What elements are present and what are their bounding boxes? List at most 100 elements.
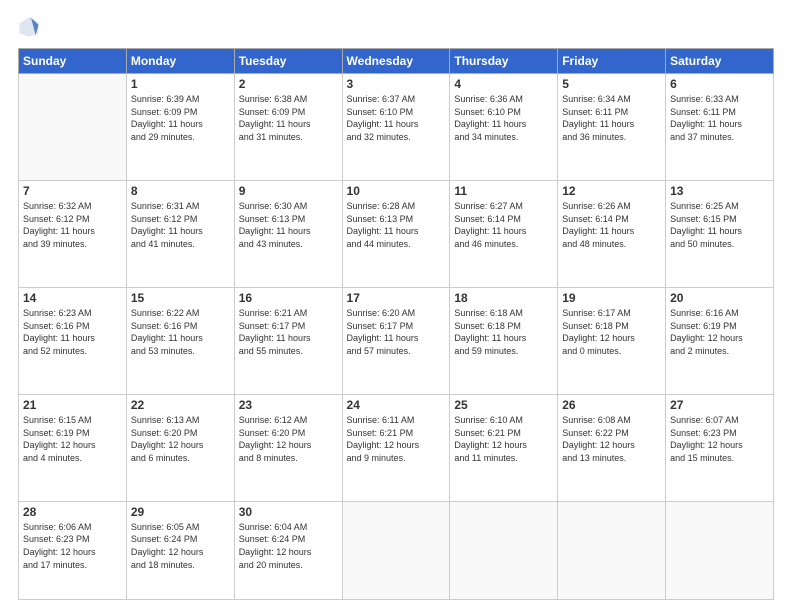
calendar-cell	[450, 501, 558, 599]
day-info: Sunrise: 6:18 AM Sunset: 6:18 PM Dayligh…	[454, 307, 553, 357]
calendar-cell: 25 Sunrise: 6:10 AM Sunset: 6:21 PM Dayli…	[450, 394, 558, 501]
day-info: Sunrise: 6:16 AM Sunset: 6:19 PM Dayligh…	[670, 307, 769, 357]
logo-icon	[18, 16, 40, 38]
day-number: 16	[239, 291, 338, 305]
day-info: Sunrise: 6:36 AM Sunset: 6:10 PM Dayligh…	[454, 93, 553, 143]
day-info: Sunrise: 6:11 AM Sunset: 6:21 PM Dayligh…	[347, 414, 446, 464]
calendar-header-row: SundayMondayTuesdayWednesdayThursdayFrid…	[19, 49, 774, 74]
calendar-cell	[342, 501, 450, 599]
day-info: Sunrise: 6:21 AM Sunset: 6:17 PM Dayligh…	[239, 307, 338, 357]
day-number: 7	[23, 184, 122, 198]
day-number: 24	[347, 398, 446, 412]
day-info: Sunrise: 6:33 AM Sunset: 6:11 PM Dayligh…	[670, 93, 769, 143]
calendar-week-row: 21 Sunrise: 6:15 AM Sunset: 6:19 PM Dayli…	[19, 394, 774, 501]
day-info: Sunrise: 6:20 AM Sunset: 6:17 PM Dayligh…	[347, 307, 446, 357]
calendar-header-saturday: Saturday	[666, 49, 774, 74]
calendar-table: SundayMondayTuesdayWednesdayThursdayFrid…	[18, 48, 774, 600]
day-info: Sunrise: 6:23 AM Sunset: 6:16 PM Dayligh…	[23, 307, 122, 357]
day-info: Sunrise: 6:39 AM Sunset: 6:09 PM Dayligh…	[131, 93, 230, 143]
day-number: 22	[131, 398, 230, 412]
day-number: 19	[562, 291, 661, 305]
day-number: 10	[347, 184, 446, 198]
logo	[18, 18, 44, 38]
calendar-cell	[558, 501, 666, 599]
calendar-header-friday: Friday	[558, 49, 666, 74]
day-number: 9	[239, 184, 338, 198]
day-number: 21	[23, 398, 122, 412]
calendar-cell: 11Sunrise: 6:27 AM Sunset: 6:14 PM Dayli…	[450, 180, 558, 287]
day-number: 25	[454, 398, 553, 412]
day-number: 28	[23, 505, 122, 519]
day-info: Sunrise: 6:13 AM Sunset: 6:20 PM Dayligh…	[131, 414, 230, 464]
calendar-cell: 26 Sunrise: 6:08 AM Sunset: 6:22 PM Dayli…	[558, 394, 666, 501]
day-info: Sunrise: 6:34 AM Sunset: 6:11 PM Dayligh…	[562, 93, 661, 143]
day-number: 8	[131, 184, 230, 198]
calendar-cell: 12Sunrise: 6:26 AM Sunset: 6:14 PM Dayli…	[558, 180, 666, 287]
calendar-week-row: 28 Sunrise: 6:06 AM Sunset: 6:23 PM Dayli…	[19, 501, 774, 599]
calendar-cell: 1 Sunrise: 6:39 AM Sunset: 6:09 PM Daylig…	[126, 74, 234, 181]
day-info: Sunrise: 6:31 AM Sunset: 6:12 PM Dayligh…	[131, 200, 230, 250]
day-number: 26	[562, 398, 661, 412]
calendar-cell: 28 Sunrise: 6:06 AM Sunset: 6:23 PM Dayli…	[19, 501, 127, 599]
calendar-header-thursday: Thursday	[450, 49, 558, 74]
day-info: Sunrise: 6:07 AM Sunset: 6:23 PM Dayligh…	[670, 414, 769, 464]
calendar-week-row: 1 Sunrise: 6:39 AM Sunset: 6:09 PM Daylig…	[19, 74, 774, 181]
day-info: Sunrise: 6:30 AM Sunset: 6:13 PM Dayligh…	[239, 200, 338, 250]
day-info: Sunrise: 6:12 AM Sunset: 6:20 PM Dayligh…	[239, 414, 338, 464]
calendar-cell: 20 Sunrise: 6:16 AM Sunset: 6:19 PM Dayli…	[666, 287, 774, 394]
page: SundayMondayTuesdayWednesdayThursdayFrid…	[0, 0, 792, 612]
day-info: Sunrise: 6:25 AM Sunset: 6:15 PM Dayligh…	[670, 200, 769, 250]
day-number: 27	[670, 398, 769, 412]
day-info: Sunrise: 6:04 AM Sunset: 6:24 PM Dayligh…	[239, 521, 338, 571]
calendar-cell: 18 Sunrise: 6:18 AM Sunset: 6:18 PM Dayli…	[450, 287, 558, 394]
day-number: 13	[670, 184, 769, 198]
calendar-cell: 5 Sunrise: 6:34 AM Sunset: 6:11 PM Daylig…	[558, 74, 666, 181]
day-number: 4	[454, 77, 553, 91]
day-number: 20	[670, 291, 769, 305]
day-info: Sunrise: 6:38 AM Sunset: 6:09 PM Dayligh…	[239, 93, 338, 143]
day-info: Sunrise: 6:22 AM Sunset: 6:16 PM Dayligh…	[131, 307, 230, 357]
day-info: Sunrise: 6:37 AM Sunset: 6:10 PM Dayligh…	[347, 93, 446, 143]
day-info: Sunrise: 6:26 AM Sunset: 6:14 PM Dayligh…	[562, 200, 661, 250]
day-info: Sunrise: 6:10 AM Sunset: 6:21 PM Dayligh…	[454, 414, 553, 464]
calendar-cell: 15 Sunrise: 6:22 AM Sunset: 6:16 PM Dayli…	[126, 287, 234, 394]
calendar-cell: 13 Sunrise: 6:25 AM Sunset: 6:15 PM Dayli…	[666, 180, 774, 287]
calendar-cell: 2 Sunrise: 6:38 AM Sunset: 6:09 PM Daylig…	[234, 74, 342, 181]
calendar-cell: 21 Sunrise: 6:15 AM Sunset: 6:19 PM Dayli…	[19, 394, 127, 501]
day-info: Sunrise: 6:05 AM Sunset: 6:24 PM Dayligh…	[131, 521, 230, 571]
calendar-cell: 7 Sunrise: 6:32 AM Sunset: 6:12 PM Daylig…	[19, 180, 127, 287]
day-number: 29	[131, 505, 230, 519]
day-number: 5	[562, 77, 661, 91]
day-info: Sunrise: 6:32 AM Sunset: 6:12 PM Dayligh…	[23, 200, 122, 250]
calendar-header-monday: Monday	[126, 49, 234, 74]
calendar-week-row: 7 Sunrise: 6:32 AM Sunset: 6:12 PM Daylig…	[19, 180, 774, 287]
day-info: Sunrise: 6:15 AM Sunset: 6:19 PM Dayligh…	[23, 414, 122, 464]
calendar-header-tuesday: Tuesday	[234, 49, 342, 74]
day-number: 17	[347, 291, 446, 305]
day-info: Sunrise: 6:08 AM Sunset: 6:22 PM Dayligh…	[562, 414, 661, 464]
day-number: 14	[23, 291, 122, 305]
calendar-cell: 14 Sunrise: 6:23 AM Sunset: 6:16 PM Dayli…	[19, 287, 127, 394]
day-number: 2	[239, 77, 338, 91]
calendar-cell: 24 Sunrise: 6:11 AM Sunset: 6:21 PM Dayli…	[342, 394, 450, 501]
calendar-cell: 19 Sunrise: 6:17 AM Sunset: 6:18 PM Dayli…	[558, 287, 666, 394]
day-info: Sunrise: 6:06 AM Sunset: 6:23 PM Dayligh…	[23, 521, 122, 571]
day-number: 18	[454, 291, 553, 305]
day-number: 30	[239, 505, 338, 519]
calendar-header-sunday: Sunday	[19, 49, 127, 74]
day-info: Sunrise: 6:17 AM Sunset: 6:18 PM Dayligh…	[562, 307, 661, 357]
day-number: 3	[347, 77, 446, 91]
calendar-cell: 30 Sunrise: 6:04 AM Sunset: 6:24 PM Dayli…	[234, 501, 342, 599]
calendar-cell: 27 Sunrise: 6:07 AM Sunset: 6:23 PM Dayli…	[666, 394, 774, 501]
day-number: 1	[131, 77, 230, 91]
calendar-cell: 17 Sunrise: 6:20 AM Sunset: 6:17 PM Dayli…	[342, 287, 450, 394]
calendar-header-wednesday: Wednesday	[342, 49, 450, 74]
day-number: 6	[670, 77, 769, 91]
calendar-cell: 22 Sunrise: 6:13 AM Sunset: 6:20 PM Dayli…	[126, 394, 234, 501]
calendar-cell: 9 Sunrise: 6:30 AM Sunset: 6:13 PM Daylig…	[234, 180, 342, 287]
day-number: 23	[239, 398, 338, 412]
calendar-cell	[666, 501, 774, 599]
day-info: Sunrise: 6:27 AM Sunset: 6:14 PM Dayligh…	[454, 200, 553, 250]
calendar-cell: 23 Sunrise: 6:12 AM Sunset: 6:20 PM Dayli…	[234, 394, 342, 501]
day-number: 15	[131, 291, 230, 305]
